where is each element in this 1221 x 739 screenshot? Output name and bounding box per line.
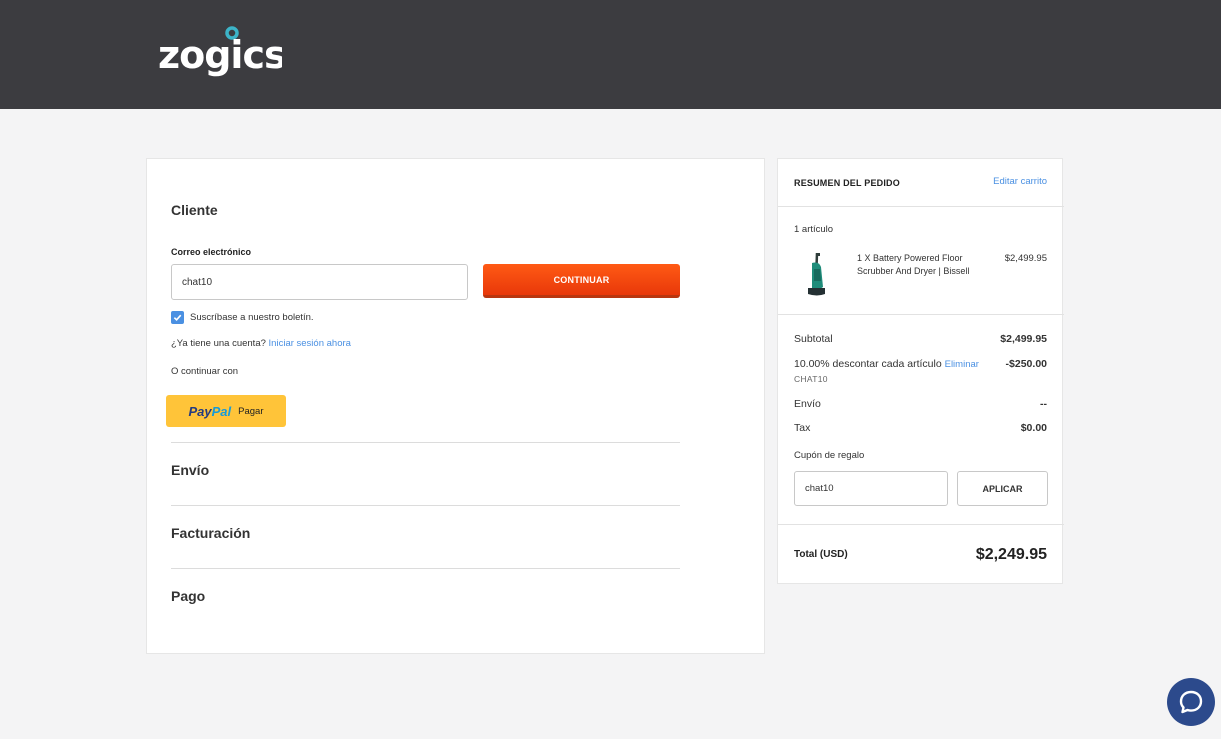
email-label: Correo electrónico <box>171 247 252 257</box>
discount-code: CHAT10 <box>794 374 828 384</box>
zogics-logo[interactable]: zogics <box>158 24 287 88</box>
paypal-pay-label: Pagar <box>238 405 264 417</box>
item-count: 1 artículo <box>794 224 834 235</box>
continue-button[interactable]: CONTINUAR <box>483 264 680 298</box>
payment-section-title: Pago <box>171 588 206 604</box>
order-summary-title: RESUMEN DEL PEDIDO <box>794 178 900 188</box>
account-prompt: ¿Ya tiene una cuenta? <box>171 338 266 349</box>
section-divider <box>171 442 680 443</box>
discount-label: 10.00% descontar cada artículo <box>794 358 942 370</box>
shipping-value: -- <box>1040 398 1047 410</box>
site-header: zogics <box>0 0 1221 109</box>
section-divider <box>171 505 680 506</box>
summary-divider <box>778 314 1064 315</box>
newsletter-checkbox[interactable] <box>171 311 184 324</box>
billing-section-title: Facturación <box>171 525 251 541</box>
discount-value: -$250.00 <box>1005 358 1047 370</box>
account-prompt-row: ¿Ya tiene una cuenta? Iniciar sesión aho… <box>171 338 351 349</box>
apply-coupon-button[interactable]: APLICAR <box>957 471 1048 506</box>
tax-label: Tax <box>794 422 811 434</box>
paypal-button[interactable]: PayPal Pagar <box>166 395 286 427</box>
subtotal-label: Subtotal <box>794 333 833 345</box>
email-input[interactable] <box>171 264 468 300</box>
product-price: $2,499.95 <box>1004 253 1047 264</box>
remove-discount-link[interactable]: Eliminar <box>945 359 979 370</box>
section-divider <box>171 568 680 569</box>
checkout-steps-panel: Cliente Correo electrónico CONTINUAR Sus… <box>146 158 765 654</box>
total-value: $2,249.95 <box>975 546 1047 563</box>
summary-divider <box>778 206 1064 207</box>
floor-scrubber-image <box>803 251 833 299</box>
gift-coupon-input[interactable] <box>794 471 948 506</box>
shipping-section-title: Envío <box>171 462 210 478</box>
checkmark-icon <box>173 314 182 322</box>
subtotal-value: $2,499.95 <box>1000 333 1047 345</box>
customer-section-title: Cliente <box>171 202 218 218</box>
or-continue-text: O continuar con <box>171 366 239 377</box>
shipping-label: Envío <box>794 398 821 410</box>
edit-cart-link[interactable]: Editar carrito <box>993 176 1047 187</box>
discount-row: 10.00% descontar cada artículo Eliminar <box>794 358 979 370</box>
signin-link[interactable]: Iniciar sesión ahora <box>269 338 351 349</box>
paypal-logo: PayPal <box>188 403 232 419</box>
gift-coupon-label: Cupón de regalo <box>794 450 865 461</box>
logo-text: zogics <box>158 33 282 77</box>
tax-value: $0.00 <box>1020 422 1047 434</box>
live-chat-button[interactable] <box>1167 678 1215 726</box>
chat-bubble-icon <box>1179 690 1203 714</box>
product-name: 1 X Battery Powered Floor Scrubber And D… <box>857 253 970 276</box>
order-summary-panel: RESUMEN DEL PEDIDO Editar carrito 1 artí… <box>777 158 1064 584</box>
summary-divider <box>778 524 1064 525</box>
total-label: Total (USD) <box>794 549 848 560</box>
newsletter-label: Suscríbase a nuestro boletín. <box>190 312 314 323</box>
